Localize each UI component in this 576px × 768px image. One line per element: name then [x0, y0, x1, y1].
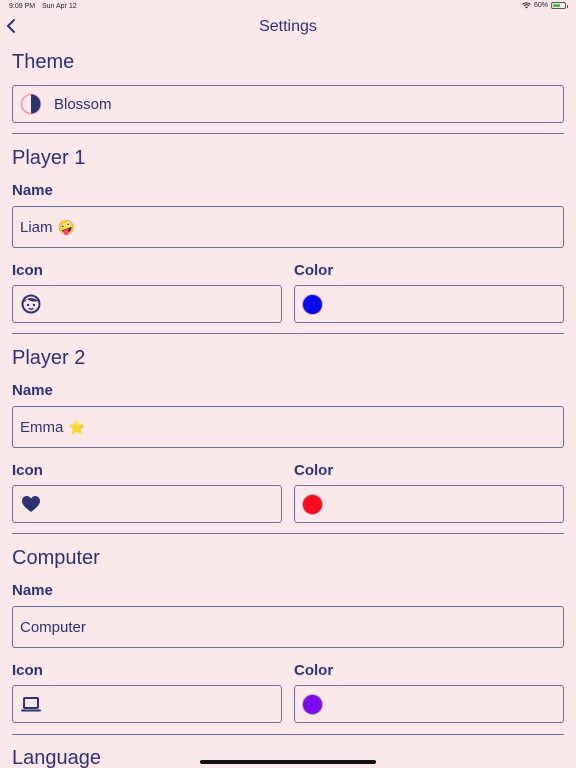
- divider: [12, 133, 564, 134]
- computer-icon-picker[interactable]: [12, 685, 282, 723]
- status-time: 9:09 PM: [9, 3, 36, 10]
- heart-icon: [22, 496, 40, 512]
- settings-screen: 9:09 PM Sun Apr 12 60% Settings Theme Bl…: [0, 0, 576, 768]
- computer-color-label: Color: [294, 662, 334, 679]
- theme-section-title: Theme: [12, 51, 75, 73]
- player2-color-swatch: [302, 493, 323, 515]
- home-indicator[interactable]: [200, 760, 376, 764]
- player2-icon-label: Icon: [12, 462, 43, 479]
- battery-percent: 60%: [533, 2, 548, 9]
- player1-name-label: Name: [12, 182, 53, 199]
- divider: [12, 734, 564, 735]
- divider: [12, 333, 564, 334]
- player1-name-field[interactable]: Liam 🤪: [12, 206, 564, 248]
- player1-color-label: Color: [294, 262, 334, 279]
- player1-section-title: Player 1: [12, 147, 86, 169]
- player2-color-picker[interactable]: [294, 485, 564, 523]
- player1-name-value: Liam: [20, 218, 53, 236]
- language-section-title: Language: [12, 747, 101, 768]
- player1-color-swatch: [302, 293, 323, 315]
- battery-icon: [551, 2, 568, 9]
- face-icon: [21, 294, 41, 314]
- player1-color-picker[interactable]: [294, 285, 564, 323]
- computer-color-picker[interactable]: [294, 685, 564, 723]
- player2-name-emoji: ⭐: [68, 418, 86, 435]
- status-bar: 9:09 PM Sun Apr 12 60%: [0, 0, 576, 14]
- status-indicators: 60%: [522, 2, 568, 9]
- player1-name-emoji: 🤪: [57, 218, 75, 235]
- half-circle-icon: [20, 93, 42, 115]
- laptop-icon: [21, 697, 41, 712]
- navigation-bar: Settings: [0, 14, 576, 40]
- theme-selector[interactable]: Blossom: [12, 85, 564, 123]
- computer-name-label: Name: [12, 582, 53, 599]
- wifi-icon: [522, 2, 531, 9]
- player1-icon-label: Icon: [12, 262, 43, 279]
- computer-name-field[interactable]: Computer: [12, 606, 564, 648]
- computer-icon-label: Icon: [12, 662, 43, 679]
- battery-fill: [553, 4, 560, 7]
- player2-section-title: Player 2: [12, 347, 86, 369]
- divider: [12, 533, 564, 534]
- player2-icon-picker[interactable]: [12, 485, 282, 523]
- player1-icon-picker[interactable]: [12, 285, 282, 323]
- player2-color-label: Color: [294, 462, 334, 479]
- player2-name-label: Name: [12, 382, 53, 399]
- computer-color-swatch: [302, 693, 323, 715]
- theme-value: Blossom: [54, 95, 112, 113]
- page-title: Settings: [259, 18, 317, 35]
- player2-name-field[interactable]: Emma ⭐: [12, 406, 564, 448]
- status-date: Sun Apr 12: [42, 3, 77, 10]
- computer-section-title: Computer: [12, 547, 100, 569]
- computer-name-value: Computer: [20, 618, 86, 636]
- player2-name-value: Emma: [20, 418, 64, 436]
